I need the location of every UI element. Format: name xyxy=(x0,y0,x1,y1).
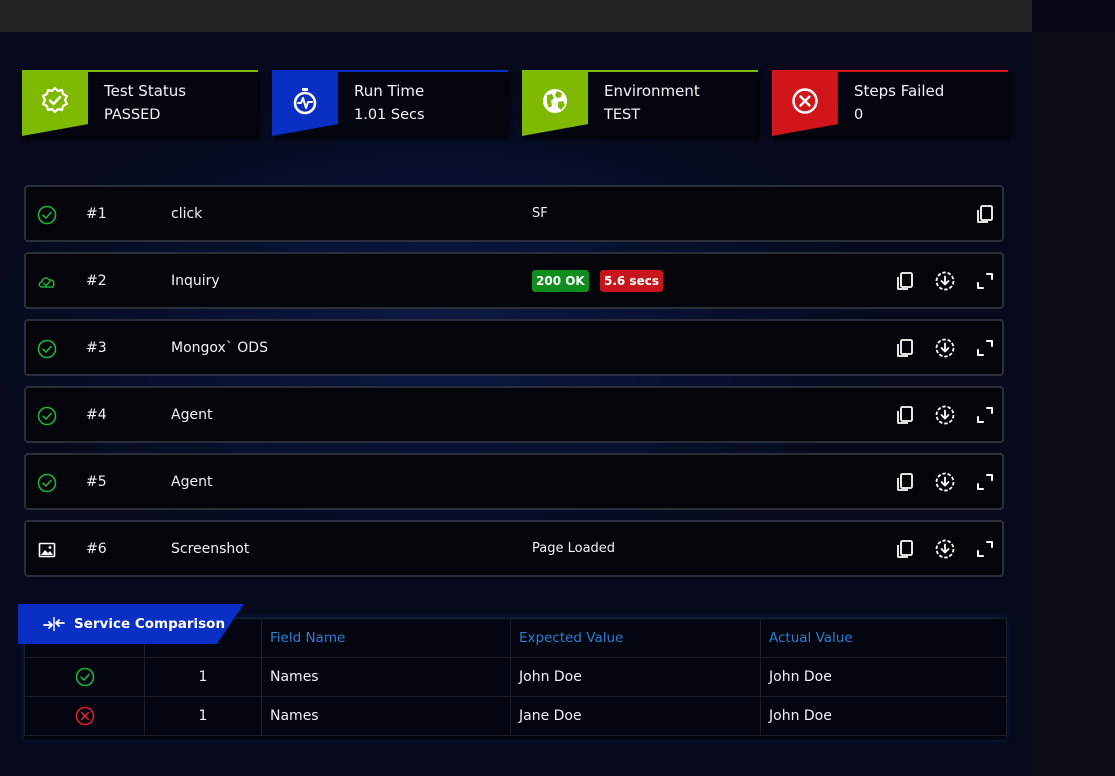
row-index: 1 xyxy=(144,696,262,736)
row-index: 1 xyxy=(144,657,262,697)
expand-icon[interactable] xyxy=(974,404,996,426)
expand-icon[interactable] xyxy=(974,270,996,292)
step-number: #3 xyxy=(86,340,107,356)
header-field-name: Field Name xyxy=(261,618,511,658)
card-title: Steps Failed xyxy=(854,82,945,100)
row-status-cell xyxy=(24,657,145,697)
copy-icon[interactable] xyxy=(894,404,916,426)
check-circle-icon xyxy=(37,205,57,225)
card-value: PASSED xyxy=(104,107,161,123)
download-icon[interactable] xyxy=(934,404,956,426)
globe-icon xyxy=(522,70,588,136)
environment-card: Environment TEST xyxy=(522,70,758,136)
step-number: #2 xyxy=(86,273,107,289)
row-field: Names xyxy=(261,696,511,736)
step-number: #4 xyxy=(86,407,107,423)
check-circle-icon xyxy=(75,667,94,687)
download-icon[interactable] xyxy=(934,270,956,292)
step-row[interactable]: #3 Mongox` ODS xyxy=(24,319,1004,376)
x-circle-icon xyxy=(75,706,94,726)
step-row[interactable]: #4 Agent xyxy=(24,386,1004,443)
copy-icon[interactable] xyxy=(974,203,996,225)
step-info: Page Loaded xyxy=(532,541,616,556)
row-status-cell xyxy=(24,696,145,736)
download-icon[interactable] xyxy=(934,538,956,560)
top-bar xyxy=(0,0,1032,32)
row-field: Names xyxy=(261,657,511,697)
service-comparison-tab[interactable]: Service Comparison xyxy=(18,604,244,644)
badge-check-icon xyxy=(22,70,88,136)
check-circle-icon xyxy=(37,473,57,493)
expand-icon[interactable] xyxy=(974,538,996,560)
cloud-check-icon xyxy=(38,277,55,288)
copy-icon[interactable] xyxy=(894,337,916,359)
card-accent xyxy=(88,70,258,72)
header-expected-value: Expected Value xyxy=(510,618,761,658)
step-row[interactable]: #6 Screenshot Page Loaded xyxy=(24,520,1004,577)
image-icon xyxy=(38,542,56,558)
steps-failed-card: Steps Failed 0 xyxy=(772,70,1008,136)
row-actual: John Doe xyxy=(760,657,1007,697)
duration-badge: 5.6 secs xyxy=(600,270,663,292)
copy-icon[interactable] xyxy=(894,538,916,560)
right-gutter xyxy=(1032,32,1115,776)
compare-arrows-icon xyxy=(43,617,65,631)
step-number: #1 xyxy=(86,206,107,222)
step-number: #6 xyxy=(86,541,107,557)
step-number: #5 xyxy=(86,474,107,490)
step-row[interactable]: #5 Agent xyxy=(24,453,1004,510)
step-name: Inquiry xyxy=(171,273,220,289)
card-accent xyxy=(838,70,1008,72)
row-expected: Jane Doe xyxy=(510,696,761,736)
row-actual: John Doe xyxy=(760,696,1007,736)
check-circle-icon xyxy=(37,339,57,359)
download-icon[interactable] xyxy=(934,471,956,493)
step-info: SF xyxy=(532,206,548,221)
x-circle-icon xyxy=(772,70,838,136)
step-row[interactable]: #1 click SF xyxy=(24,185,1004,242)
card-title: Environment xyxy=(604,82,700,100)
header-actual-value: Actual Value xyxy=(760,618,1007,658)
step-name: Screenshot xyxy=(171,541,250,557)
service-comparison-label: Service Comparison xyxy=(74,616,226,632)
download-icon[interactable] xyxy=(934,337,956,359)
copy-icon[interactable] xyxy=(894,471,916,493)
stopwatch-icon xyxy=(272,70,338,136)
row-expected: John Doe xyxy=(510,657,761,697)
check-circle-icon xyxy=(37,406,57,426)
step-name: Agent xyxy=(171,407,213,423)
step-name: click xyxy=(171,206,203,222)
card-title: Run Time xyxy=(354,82,425,100)
table-row: 1 Names Jane Doe John Doe xyxy=(24,696,1007,736)
step-name: Mongox` ODS xyxy=(171,340,268,356)
card-value: 1.01 Secs xyxy=(354,107,425,123)
card-value: TEST xyxy=(604,107,641,123)
expand-icon[interactable] xyxy=(974,337,996,359)
expand-icon[interactable] xyxy=(974,471,996,493)
copy-icon[interactable] xyxy=(894,270,916,292)
step-row[interactable]: #2 Inquiry 200 OK 5.6 secs xyxy=(24,252,1004,309)
test-status-card: Test Status PASSED xyxy=(22,70,258,136)
card-title: Test Status xyxy=(104,82,187,100)
step-name: Agent xyxy=(171,474,213,490)
status-badge: 200 OK xyxy=(532,270,589,292)
card-accent xyxy=(338,70,508,72)
run-time-card: Run Time 1.01 Secs xyxy=(272,70,508,136)
table-row: 1 Names John Doe John Doe xyxy=(24,657,1007,697)
card-value: 0 xyxy=(854,107,864,123)
card-accent xyxy=(588,70,758,72)
